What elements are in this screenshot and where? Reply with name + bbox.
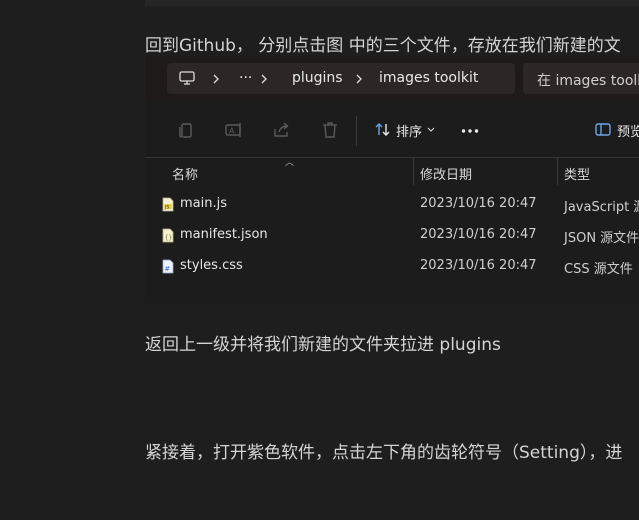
- js-file-icon: JS: [162, 197, 174, 212]
- file-date: 2023/10/16 20:47: [420, 227, 537, 242]
- file-name: manifest.json: [180, 227, 268, 242]
- chevron-right-icon: [213, 74, 219, 84]
- file-row[interactable]: JS main.js 2023/10/16 20:47 JavaScript 源: [145, 189, 639, 220]
- svg-text:A: A: [229, 127, 235, 136]
- article-paragraph: 紧接着，打开紫色软件，点击左下角的齿轮符号（Setting），进: [145, 443, 623, 463]
- chevron-right-icon: [261, 74, 267, 84]
- chevron-down-icon: [427, 127, 435, 132]
- svg-text:JS: JS: [164, 204, 169, 210]
- file-name: styles.css: [180, 258, 243, 273]
- computer-icon[interactable]: [179, 71, 195, 85]
- address-row: ··· plugins images toolkit 在 images tool…: [145, 56, 639, 102]
- svg-text:#: #: [164, 265, 170, 273]
- file-explorer-screenshot: ··· plugins images toolkit 在 images tool…: [145, 56, 639, 303]
- chevron-right-icon: [356, 74, 362, 84]
- json-file-icon: {}: [162, 228, 174, 243]
- column-header-date[interactable]: 修改日期: [420, 164, 472, 183]
- copy-icon[interactable]: [176, 120, 196, 140]
- delete-icon[interactable]: [320, 120, 340, 140]
- share-icon[interactable]: [272, 120, 292, 140]
- file-date: 2023/10/16 20:47: [420, 196, 537, 211]
- sort-label: 排序: [396, 125, 423, 140]
- sort-icon: [375, 123, 390, 136]
- column-header-type[interactable]: 类型: [564, 164, 590, 183]
- toolbar: A 排序 预览: [145, 102, 639, 157]
- rename-icon[interactable]: A: [224, 120, 244, 140]
- top-strip: [145, 0, 639, 6]
- toolbar-divider: [356, 116, 357, 146]
- more-options-icon[interactable]: [461, 128, 479, 134]
- css-file-icon: #: [162, 259, 174, 274]
- page: 回到Github， 分别点击图 中的三个文件，存放在我们新建的文 ··· plu…: [0, 0, 639, 520]
- article-paragraph: 返回上一级并将我们新建的文件夹拉进 plugins: [145, 335, 501, 355]
- article-paragraph: 回到Github， 分别点击图 中的三个文件，存放在我们新建的文: [145, 36, 621, 56]
- column-separator[interactable]: [413, 158, 414, 185]
- file-name: main.js: [180, 196, 227, 211]
- preview-pane-icon: [595, 123, 611, 136]
- breadcrumb-images-toolkit[interactable]: images toolkit: [379, 70, 478, 86]
- column-header-name[interactable]: 名称: [172, 164, 198, 183]
- svg-text:{}: {}: [165, 235, 173, 242]
- file-row[interactable]: # styles.css 2023/10/16 20:47 CSS 源文件: [145, 251, 639, 282]
- file-date: 2023/10/16 20:47: [420, 258, 537, 273]
- breadcrumb-plugins[interactable]: plugins: [292, 70, 343, 86]
- sort-caret-icon: ︿: [285, 158, 295, 168]
- search-placeholder: 在 images toolkit: [537, 73, 639, 89]
- file-type: JavaScript 源: [564, 200, 639, 215]
- preview-label: 预览: [617, 125, 639, 140]
- file-type: CSS 源文件: [564, 262, 633, 277]
- address-bar[interactable]: ··· plugins images toolkit: [167, 63, 515, 94]
- search-input[interactable]: 在 images toolkit: [523, 63, 639, 94]
- address-ellipsis[interactable]: ···: [239, 70, 252, 86]
- header-divider: [145, 157, 639, 158]
- column-separator[interactable]: [557, 158, 558, 185]
- file-row[interactable]: {} manifest.json 2023/10/16 20:47 JSON 源…: [145, 220, 639, 251]
- file-type: JSON 源文件: [564, 231, 639, 246]
